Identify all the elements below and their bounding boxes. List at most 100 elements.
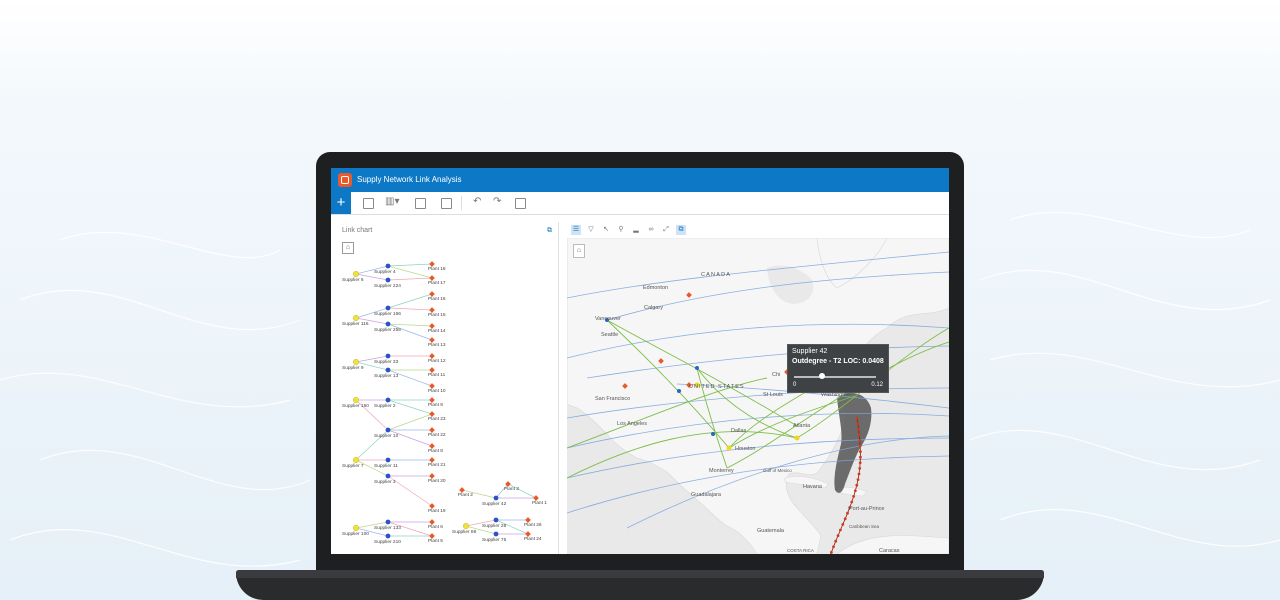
map-node-supplier[interactable] <box>711 432 715 436</box>
add-button[interactable]: + <box>331 192 351 214</box>
link-chart-supplier-node[interactable] <box>353 358 360 365</box>
select-icon[interactable]: ↖ <box>601 225 611 235</box>
link-chart-node-label: Supplier 100 <box>342 531 369 537</box>
link-chart-supplier-node[interactable] <box>385 533 391 539</box>
hurricane-track-point <box>829 551 833 554</box>
link-chart-supplier-node[interactable] <box>493 531 499 537</box>
hurricane-track-point <box>853 489 857 493</box>
link-chart-supplier-node[interactable] <box>385 277 391 283</box>
chart-icon[interactable]: ▂ <box>631 225 641 235</box>
link-chart-plant-node[interactable] <box>533 495 539 501</box>
link-chart-node-label: Plant 23 <box>428 416 446 422</box>
zoom-icon[interactable]: ⚲ <box>616 225 626 235</box>
legend-icon[interactable]: ☰ <box>571 225 581 235</box>
link-chart-plant-node[interactable] <box>429 261 435 267</box>
link-chart-supplier-node[interactable] <box>385 263 391 269</box>
duplicate-icon[interactable] <box>441 198 452 209</box>
link-chart-plant-node[interactable] <box>429 323 435 329</box>
filter-icon[interactable]: ▽ <box>586 225 596 235</box>
link-chart-node-label: Supplier 133 <box>374 525 401 531</box>
link-chart-supplier-node[interactable] <box>385 519 391 525</box>
link-chart-supplier-node[interactable] <box>385 397 391 403</box>
popup-range-max: 0.12 <box>871 382 883 388</box>
link-chart-supplier-node[interactable] <box>385 305 391 311</box>
link-chart-node-label: Supplier 210 <box>374 539 401 545</box>
link-chart-plant-node[interactable] <box>459 487 465 493</box>
link-chart-node-label: Supplier 150 <box>342 403 369 409</box>
link-chart-plant-node[interactable] <box>429 457 435 463</box>
link-chart-node-label: Supplier 166 <box>374 311 401 317</box>
hurricane-track-point <box>858 467 862 470</box>
link-chart-plant-node[interactable] <box>429 367 435 373</box>
link-chart-plant-node[interactable] <box>429 337 435 343</box>
expand-icon[interactable]: ⤢ <box>661 225 671 235</box>
link-chart-supplier-node[interactable] <box>385 427 391 433</box>
link-chart-edge <box>387 307 433 311</box>
link-chart-supplier-node[interactable] <box>385 353 391 359</box>
link-chart-supplier-node[interactable] <box>385 367 391 373</box>
link-chart-plant-node[interactable] <box>429 427 435 433</box>
link-chart-node-label: Supplier 75 <box>482 537 507 543</box>
hurricane-track-point <box>841 523 845 526</box>
label-gulf: Gulf of Mexico <box>763 468 792 473</box>
link-chart-plant-node[interactable] <box>429 411 435 417</box>
link-chart-supplier-node[interactable] <box>385 321 391 327</box>
chart-type-icon[interactable]: ▥▾ <box>385 196 399 207</box>
basemap[interactable]: CANADA Edmonton Calgary Vancouver Seattl… <box>567 238 949 554</box>
link-chart-plant-node[interactable] <box>525 517 531 523</box>
map-home-button[interactable]: ⌂ <box>573 244 585 258</box>
link-chart-plant-node[interactable] <box>429 291 435 297</box>
popup-metric: Outdegree - T2 LOC: 0.0408 <box>792 358 884 365</box>
link-chart-supplier-node[interactable] <box>493 517 499 523</box>
map-node-supplier[interactable] <box>695 366 699 370</box>
link-chart-node-label: Plant 13 <box>428 342 446 348</box>
label-los-angeles: Los Angeles <box>617 421 647 427</box>
link-chart-plant-node[interactable] <box>429 473 435 479</box>
link-chart-node-label: Plant 15 <box>428 312 446 318</box>
label-dallas: Dallas <box>731 428 747 434</box>
link-chart-edge <box>387 263 433 267</box>
link-chart-node-label: Plant 6 <box>428 524 443 530</box>
link-chart-supplier-node[interactable] <box>493 495 499 501</box>
link-chart-plant-node[interactable] <box>429 519 435 525</box>
link-chart-supplier-node[interactable] <box>353 525 360 532</box>
card-options-icon[interactable]: ⧉ <box>676 225 686 235</box>
link-chart-node-label: Plant 9 <box>428 402 443 408</box>
card-options-icon[interactable]: ⧉ <box>547 227 552 235</box>
link-chart-supplier-node[interactable] <box>353 315 360 322</box>
link-chart-title: Link chart <box>342 227 373 234</box>
link-chart-plant-node[interactable] <box>429 383 435 389</box>
label-havana: Havana <box>803 484 823 490</box>
link-chart-plant-node[interactable] <box>429 353 435 359</box>
popup-slider-track[interactable] <box>794 376 876 378</box>
link-chart-plant-node[interactable] <box>429 397 435 403</box>
link-chart-node-label: Plant 18 <box>428 266 446 272</box>
link-chart-plant-node[interactable] <box>429 503 435 509</box>
link-chart-graph[interactable]: Supplier 4 Supplier 224 Supplier 6 Plant 18… <box>336 252 558 552</box>
link-chart-supplier-node[interactable] <box>385 457 391 463</box>
hurricane-track-point <box>836 534 840 537</box>
popup-slider-thumb[interactable] <box>818 373 825 379</box>
link-chart-plant-node[interactable] <box>429 307 435 313</box>
link-icon[interactable]: ∞ <box>646 225 656 235</box>
save-icon[interactable] <box>515 198 526 209</box>
link-chart-supplier-node[interactable] <box>462 523 469 530</box>
link-chart-node-label: Plant 16 <box>428 296 446 302</box>
edit-icon[interactable] <box>363 198 374 209</box>
link-chart-supplier-node[interactable] <box>385 473 391 479</box>
map-node-supplier-42[interactable] <box>794 435 800 441</box>
link-chart-supplier-node[interactable] <box>353 456 360 463</box>
map-node-supplier[interactable] <box>726 445 732 451</box>
table-icon[interactable] <box>415 198 426 209</box>
link-chart-supplier-node[interactable] <box>353 396 360 403</box>
link-chart-plant-node[interactable] <box>525 531 531 537</box>
link-chart-plant-node[interactable] <box>429 443 435 449</box>
label-port-au-prince: Port-au-Prince <box>849 506 884 512</box>
hurricane-track-point <box>856 478 860 481</box>
redo-icon[interactable]: ↷ <box>493 196 501 207</box>
undo-icon[interactable]: ↶ <box>473 196 481 207</box>
map-node-supplier[interactable] <box>677 389 681 393</box>
link-chart-plant-node[interactable] <box>429 275 435 281</box>
link-chart-supplier-node[interactable] <box>353 271 360 278</box>
link-chart-plant-node[interactable] <box>429 533 435 539</box>
